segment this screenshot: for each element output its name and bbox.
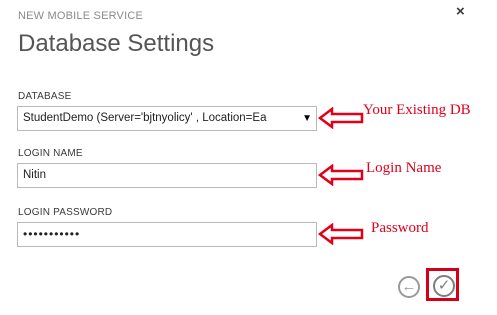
login-password-value: ••••••••••• [23,227,81,241]
annotation-password-note: Password [371,220,429,236]
back-button[interactable]: ← [398,276,420,298]
login-name-value: Nitin [23,169,47,181]
login-password-label: LOGIN PASSWORD [18,207,113,218]
complete-button[interactable]: ✓ [433,275,455,297]
annotation-login-name-note: Login Name [366,160,442,176]
page-title: Database Settings [18,30,215,57]
database-select[interactable]: StudentDemo (Server='bjtnyolicy' , Locat… [17,106,317,131]
checkmark-icon: ✓ [437,277,451,294]
database-label: DATABASE [18,91,72,102]
annotation-arrow-database [318,107,364,129]
annotation-arrow-password [318,223,364,245]
chevron-down-icon[interactable]: ▼ [302,107,312,130]
login-name-field[interactable]: Nitin [17,163,317,188]
annotation-database-note: Your Existing DB [363,102,471,118]
annotation-arrow-login-name [318,164,364,186]
database-selected-value: StudentDemo (Server='bjtnyolicy' , Locat… [23,112,267,124]
wizard-caption: NEW MOBILE SERVICE [18,10,144,22]
close-icon[interactable]: × [456,3,465,20]
login-name-label: LOGIN NAME [18,148,83,159]
login-password-field[interactable]: ••••••••••• [17,222,317,247]
arrow-left-icon: ← [401,278,417,295]
